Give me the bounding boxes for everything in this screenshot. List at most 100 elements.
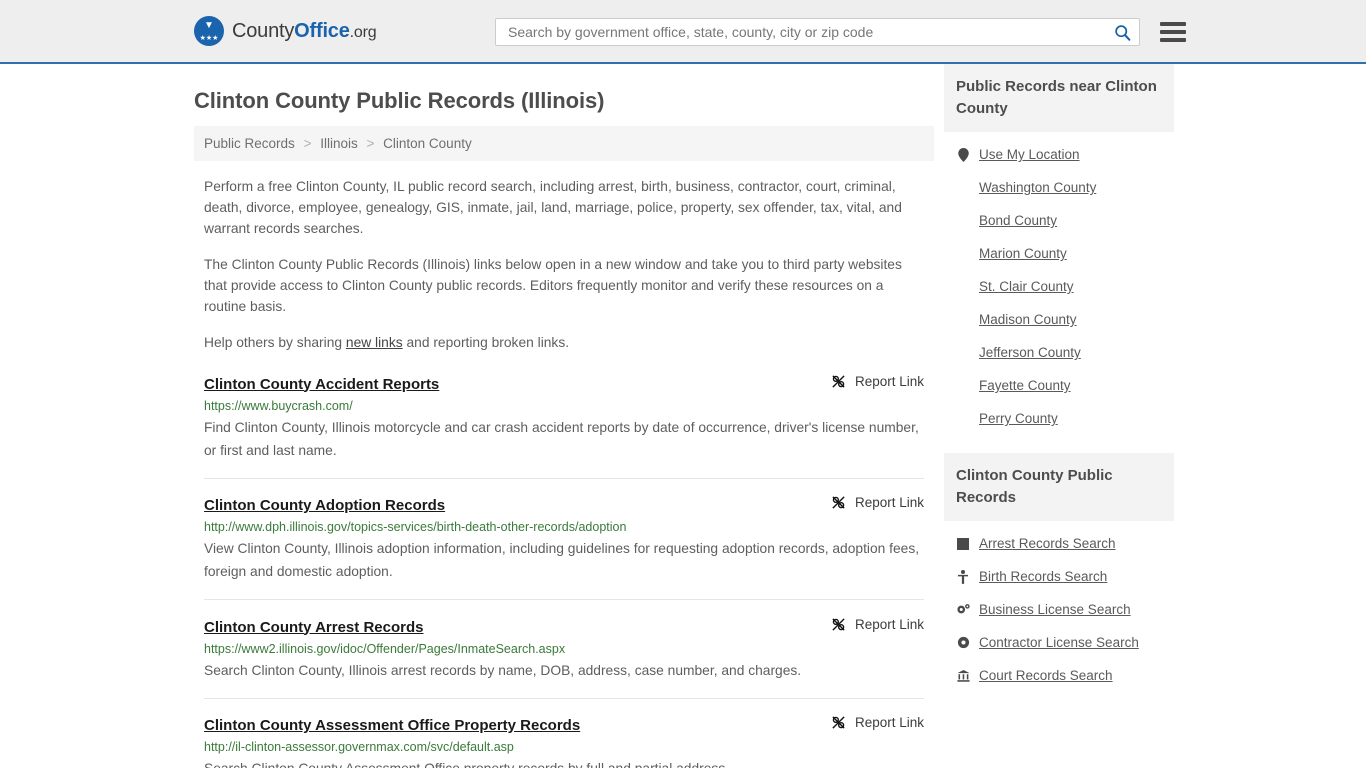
page-title: Clinton County Public Records (Illinois) xyxy=(194,88,605,113)
sidebar-nearby-item[interactable]: Madison County xyxy=(956,303,1162,336)
sidebar-nearby-link[interactable]: Bond County xyxy=(979,213,1057,228)
broken-link-icon xyxy=(831,715,847,731)
sidebar-nearby-item[interactable]: Use My Location xyxy=(956,138,1162,171)
hamburger-bar xyxy=(1160,30,1186,34)
result-header: Clinton County Arrest Records Report Link xyxy=(204,616,924,636)
search-box[interactable] xyxy=(495,18,1140,46)
sidebar-nearby-item[interactable]: Perry County xyxy=(956,402,1162,435)
sidebar-nearby-link[interactable]: St. Clair County xyxy=(979,279,1074,294)
search-input[interactable] xyxy=(506,23,1113,41)
result-title-link[interactable]: Clinton County Arrest Records xyxy=(204,619,423,636)
sidebar-nearby-item[interactable]: Washington County xyxy=(956,171,1162,204)
courthouse-icon xyxy=(956,669,970,683)
no-icon xyxy=(956,313,970,327)
sidebar-records-link[interactable]: Contractor License Search xyxy=(979,635,1139,650)
no-icon xyxy=(956,247,970,261)
sidebar-nearby-item[interactable]: Bond County xyxy=(956,204,1162,237)
logo-text-county: County xyxy=(232,19,295,42)
sidebar-records-link[interactable]: Arrest Records Search xyxy=(979,536,1116,551)
result-description: Search Clinton County, Illinois arrest r… xyxy=(204,662,802,678)
logo-text-office: Office xyxy=(294,19,350,42)
report-link-label: Report Link xyxy=(854,616,924,632)
site-logo[interactable]: ▼ ★★★ CountyOffice.org xyxy=(194,16,377,46)
sidebar-records-item[interactable]: Arrest Records Search xyxy=(956,527,1162,560)
hamburger-bar xyxy=(1160,38,1186,42)
sidebar: Public Records near Clinton County Use M… xyxy=(944,64,1174,710)
hamburger-menu-icon[interactable] xyxy=(1160,22,1186,42)
result-item: Clinton County Adoption Records Report Li… xyxy=(204,479,924,600)
no-icon xyxy=(956,412,970,426)
result-header: Clinton County Accident Reports Report Li… xyxy=(204,373,924,393)
main-column: Clinton County Public Records (Illinois)… xyxy=(194,64,934,768)
search-icon[interactable] xyxy=(1113,23,1131,41)
sidebar-records-link[interactable]: Court Records Search xyxy=(979,668,1113,683)
gear-icon xyxy=(956,636,970,650)
no-icon xyxy=(956,214,970,228)
eagle-seal-icon: ▼ ★★★ xyxy=(194,16,224,46)
result-description: Search Clinton County Assessment Office … xyxy=(204,757,924,768)
result-description: Find Clinton County, Illinois motorcycle… xyxy=(204,419,919,458)
sidebar-records-item[interactable]: Contractor License Search xyxy=(956,626,1162,659)
sidebar-records-item[interactable]: Court Records Search xyxy=(956,659,1162,692)
broken-link-icon xyxy=(831,495,847,511)
results-list: Clinton County Accident Reports Report Li… xyxy=(194,373,934,768)
sidebar-nearby-link[interactable]: Use My Location xyxy=(979,147,1080,162)
sidebar-nearby-link[interactable]: Washington County xyxy=(979,180,1096,195)
intro-p3-after: and reporting broken links. xyxy=(402,335,570,350)
sidebar-records-link[interactable]: Birth Records Search xyxy=(979,569,1107,584)
intro-paragraph-1: Perform a free Clinton County, IL public… xyxy=(204,179,902,236)
breadcrumb-item-clinton-county[interactable]: Clinton County xyxy=(383,136,472,151)
result-url: https://www2.illinois.gov/idoc/Offender/… xyxy=(204,641,566,656)
report-link-label: Report Link xyxy=(854,373,924,389)
intro-section: Perform a free Clinton County, IL public… xyxy=(194,176,934,353)
result-title-link[interactable]: Clinton County Assessment Office Propert… xyxy=(204,717,580,734)
sidebar-nearby-item[interactable]: St. Clair County xyxy=(956,270,1162,303)
report-link-button[interactable]: Report Link xyxy=(819,616,924,632)
sidebar-nearby-link[interactable]: Madison County xyxy=(979,312,1077,327)
result-description: View Clinton County, Illinois adoption i… xyxy=(204,541,920,579)
result-item: Clinton County Arrest Records Report Link… xyxy=(204,600,924,699)
sidebar-records-item[interactable]: Birth Records Search xyxy=(956,560,1162,593)
result-url: http://www.dph.illinois.gov/topics-servi… xyxy=(204,520,627,534)
report-link-label: Report Link xyxy=(854,495,924,510)
breadcrumb-item-public-records[interactable]: Public Records xyxy=(204,136,295,151)
sidebar-nearby-item[interactable]: Fayette County xyxy=(956,369,1162,402)
sidebar-nearby-link[interactable]: Jefferson County xyxy=(979,345,1081,360)
result-item: Clinton County Accident Reports Report Li… xyxy=(204,373,924,479)
sidebar-records-heading: Clinton County Public Records xyxy=(944,453,1174,521)
baby-icon xyxy=(956,569,970,584)
report-link-button[interactable]: Report Link xyxy=(819,373,924,389)
new-links-link[interactable]: new links xyxy=(346,335,403,350)
logo-text-org: .org xyxy=(349,23,377,41)
sidebar-records-box: Clinton County Public Records Arrest Rec… xyxy=(944,453,1174,692)
result-title-link[interactable]: Clinton County Accident Reports xyxy=(204,376,439,393)
sidebar-records-link[interactable]: Business License Search xyxy=(979,602,1131,617)
no-icon xyxy=(956,280,970,294)
header-search-area xyxy=(495,18,1186,46)
sidebar-nearby-item[interactable]: Marion County xyxy=(956,237,1162,270)
breadcrumb-separator: > xyxy=(366,136,375,151)
result-title-link[interactable]: Clinton County Adoption Records xyxy=(204,497,445,514)
intro-paragraph-2: The Clinton County Public Records (Illin… xyxy=(204,257,902,314)
sidebar-nearby-link[interactable]: Perry County xyxy=(979,411,1058,426)
no-icon xyxy=(956,346,970,360)
sidebar-nearby-link[interactable]: Fayette County xyxy=(979,378,1071,393)
report-link-button[interactable]: Report Link xyxy=(819,715,924,731)
intro-paragraph-3: Help others by sharing new links and rep… xyxy=(204,332,924,353)
sidebar-records-item[interactable]: Business License Search xyxy=(956,593,1162,626)
result-item: Clinton County Assessment Office Propert… xyxy=(204,699,924,768)
hamburger-bar xyxy=(1160,22,1186,26)
sidebar-nearby-link[interactable]: Marion County xyxy=(979,246,1067,261)
no-icon xyxy=(956,181,970,195)
result-header: Clinton County Adoption Records Report Li… xyxy=(204,495,924,514)
result-url: https://www.buycrash.com/ xyxy=(204,398,353,413)
square-icon xyxy=(956,537,970,551)
broken-link-icon xyxy=(831,373,847,389)
site-header: ▼ ★★★ CountyOffice.org xyxy=(0,0,1366,64)
sidebar-nearby-box: Public Records near Clinton County Use M… xyxy=(944,64,1174,435)
sidebar-nearby-item[interactable]: Jefferson County xyxy=(956,336,1162,369)
content-row: Clinton County Public Records (Illinois)… xyxy=(194,64,1366,768)
sidebar-nearby-list: Use My Location Washington County Bond Cou… xyxy=(944,132,1174,435)
report-link-button[interactable]: Report Link xyxy=(819,495,924,511)
breadcrumb-item-illinois[interactable]: Illinois xyxy=(320,136,358,151)
